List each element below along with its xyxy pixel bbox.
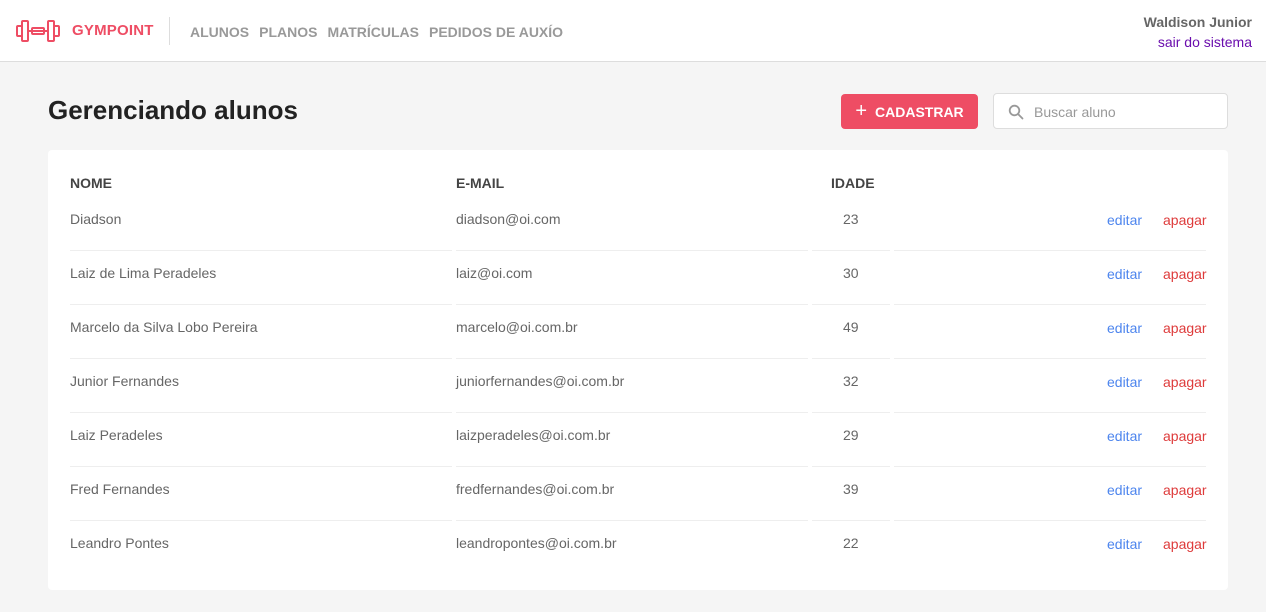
edit-link[interactable]: editar <box>1107 482 1142 498</box>
row-divider <box>456 358 808 359</box>
student-age: 22 <box>843 535 859 551</box>
student-name: Laiz de Lima Peradeles <box>70 265 217 281</box>
search-box <box>993 93 1228 129</box>
edit-link[interactable]: editar <box>1107 428 1142 444</box>
plus-icon: + <box>855 99 867 122</box>
edit-link[interactable]: editar <box>1107 266 1142 282</box>
student-email: fredfernandes@oi.com.br <box>456 481 615 497</box>
nav-item-matriculas[interactable]: MATRÍCULAS <box>327 24 419 40</box>
student-age: 30 <box>843 265 859 281</box>
row-divider <box>812 412 890 413</box>
students-table: NOME E-MAIL IDADE Diadson diadson@oi.com 2… <box>48 150 1228 590</box>
student-name: Diadson <box>70 211 122 227</box>
table-row: Marcelo da Silva Lobo Pereira marcelo@oi.… <box>48 320 1228 374</box>
student-age: 49 <box>843 319 859 335</box>
table-row: Diadson diadson@oi.com 23 editar apagar <box>48 212 1228 266</box>
row-divider <box>456 412 808 413</box>
delete-link[interactable]: apagar <box>1163 536 1207 552</box>
table-row: Leandro Pontes leandropontes@oi.com.br 22 e… <box>48 536 1228 590</box>
student-name: Junior Fernandes <box>70 373 179 389</box>
nav-item-planos[interactable]: PLANOS <box>259 24 317 40</box>
nav-item-alunos[interactable]: ALUNOS <box>190 24 249 40</box>
nav-item-pedidos-de-auxilio[interactable]: PEDIDOS DE AUXÍO <box>429 24 563 40</box>
row-divider <box>70 412 452 413</box>
header-divider <box>169 17 170 45</box>
table-row: Laiz de Lima Peradeles laiz@oi.com 30 edita… <box>48 266 1228 320</box>
student-age: 39 <box>843 481 859 497</box>
row-divider <box>812 358 890 359</box>
student-name: Fred Fernandes <box>70 481 170 497</box>
student-name: Leandro Pontes <box>70 535 169 551</box>
edit-link[interactable]: editar <box>1107 374 1142 390</box>
row-divider <box>70 466 452 467</box>
student-email: juniorfernandes@oi.com.br <box>456 373 625 389</box>
student-name: Marcelo da Silva Lobo Pereira <box>70 319 258 335</box>
row-divider <box>70 304 452 305</box>
row-divider <box>812 466 890 467</box>
delete-link[interactable]: apagar <box>1163 320 1207 336</box>
table-row: Fred Fernandes fredfernandes@oi.com.br 39 e… <box>48 482 1228 536</box>
student-email: leandropontes@oi.com.br <box>456 535 617 551</box>
row-divider <box>812 520 890 521</box>
student-email: laiz@oi.com <box>456 265 533 281</box>
search-input[interactable] <box>1034 102 1214 122</box>
search-icon <box>1008 104 1024 120</box>
logout-link[interactable]: sair do sistema <box>1158 34 1252 50</box>
row-divider <box>456 250 808 251</box>
edit-link[interactable]: editar <box>1107 320 1142 336</box>
row-divider <box>894 520 1206 521</box>
row-divider <box>70 358 452 359</box>
dumbbell-icon <box>16 20 60 42</box>
row-divider <box>894 250 1206 251</box>
add-student-button[interactable]: + CADASTRAR <box>841 94 978 129</box>
delete-link[interactable]: apagar <box>1163 212 1207 228</box>
delete-link[interactable]: apagar <box>1163 266 1207 282</box>
add-button-label: CADASTRAR <box>875 103 964 120</box>
column-header-age: IDADE <box>831 175 875 191</box>
delete-link[interactable]: apagar <box>1163 428 1207 444</box>
student-email: diadson@oi.com <box>456 211 561 227</box>
edit-link[interactable]: editar <box>1107 212 1142 228</box>
row-divider <box>812 250 890 251</box>
row-divider <box>456 466 808 467</box>
delete-link[interactable]: apagar <box>1163 482 1207 498</box>
delete-link[interactable]: apagar <box>1163 374 1207 390</box>
user-name: Waldison Junior <box>1143 14 1252 30</box>
student-age: 23 <box>843 211 859 227</box>
row-divider <box>894 304 1206 305</box>
column-header-email: E-MAIL <box>456 175 505 191</box>
student-email: marcelo@oi.com.br <box>456 319 578 335</box>
column-header-name: NOME <box>70 175 112 191</box>
row-divider <box>456 520 808 521</box>
top-navbar: GYMPOINT ALUNOS PLANOS MATRÍCULAS PEDIDO… <box>0 0 1266 62</box>
edit-link[interactable]: editar <box>1107 536 1142 552</box>
row-divider <box>70 520 452 521</box>
student-name: Laiz Peradeles <box>70 427 163 443</box>
row-divider <box>894 412 1206 413</box>
page-title: Gerenciando alunos <box>48 95 298 125</box>
row-divider <box>70 250 452 251</box>
row-divider <box>812 304 890 305</box>
row-divider <box>894 466 1206 467</box>
row-divider <box>456 304 808 305</box>
student-age: 29 <box>843 427 859 443</box>
brand-name: GYMPOINT <box>72 22 154 39</box>
table-row: Laiz Peradeles laizperadeles@oi.com.br 29 e… <box>48 428 1228 482</box>
table-row: Junior Fernandes juniorfernandes@oi.com.b… <box>48 374 1228 428</box>
row-divider <box>894 358 1206 359</box>
student-email: laizperadeles@oi.com.br <box>456 427 611 443</box>
student-age: 32 <box>843 373 859 389</box>
main-nav: ALUNOS PLANOS MATRÍCULAS PEDIDOS DE AUXÍ… <box>190 24 563 40</box>
